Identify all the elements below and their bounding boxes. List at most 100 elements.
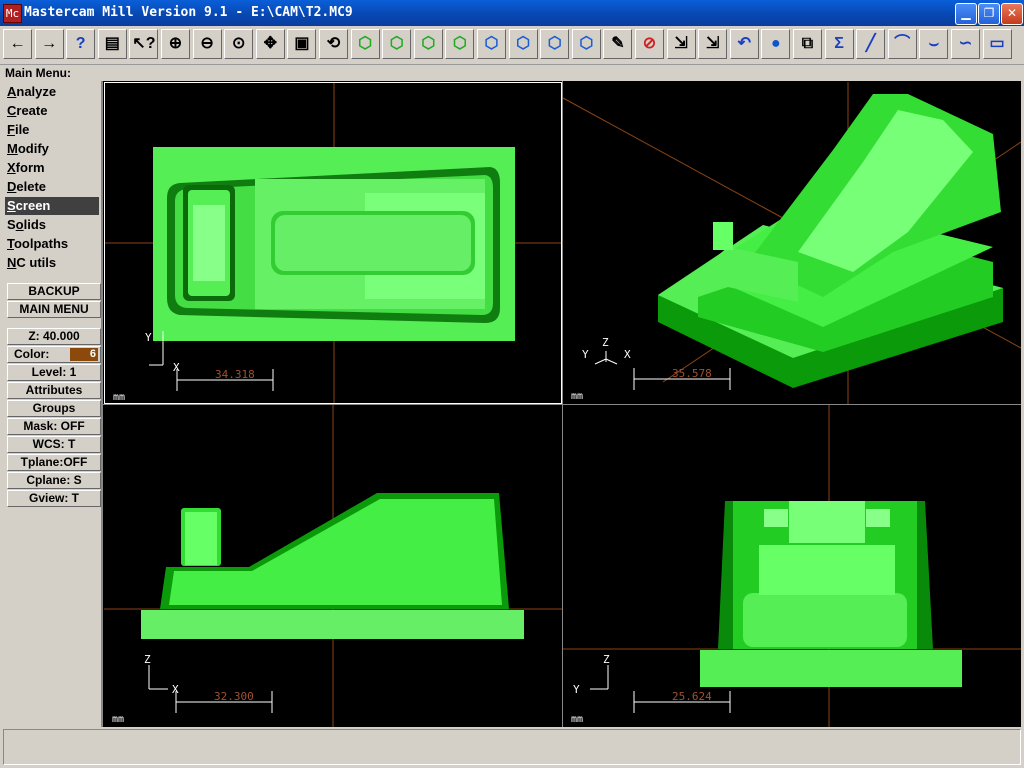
minimize-button[interactable]: ▁ [955,3,977,25]
undo-icon: ↶ [737,35,751,52]
sphere-button[interactable]: ● [761,29,791,59]
pencil-button[interactable]: ✎ [603,29,633,59]
cplane-button[interactable]: Cplane: S [7,472,101,489]
z-depth-button[interactable]: Z: 40.000 [7,328,101,345]
menu-item-modify[interactable]: Modify [5,140,99,158]
mastercam-app-icon[interactable]: Mc [3,4,22,23]
menu-item-toolpaths[interactable]: Toolpaths [5,235,99,253]
menu-item-delete[interactable]: Delete [5,178,99,196]
erase-icon: ⊘ [642,35,657,52]
mask-button[interactable]: Mask: OFF [7,418,101,435]
channel-floor [275,215,471,271]
unzoom-icon: ⊖ [200,35,214,52]
iso-axis-z: Z [602,336,609,349]
viewport-side[interactable]: Z Y 25.624 mm [563,405,1021,727]
select-button[interactable]: ▣ [287,29,317,59]
viewport-front[interactable]: Z X 32.300 mm [104,405,562,727]
iso-units-label: mm [571,391,583,402]
menu-item-xform[interactable]: Xform [5,159,99,177]
front-axis-z: Z [144,653,151,666]
menu-item-analyze[interactable]: Analyze [5,83,99,101]
back-button[interactable]: ← [3,29,32,59]
view-side-blue-button[interactable]: ⬡ [540,29,570,59]
front-scale-value: 32.300 [214,690,254,703]
view-top-blue-button[interactable]: ⬡ [571,29,601,59]
arc-button[interactable]: ⌒ [887,29,917,59]
side-units-label: mm [571,714,583,725]
side-view-drawing: Z Y 25.624 mm [563,405,1021,727]
back-icon: ← [9,35,26,52]
toolbar: ← →? ▤ ↖? ⊕ ⊖ ⊙ ✥ ▣ ⟲ ⬡ ⬡ ⬡ ⬡ ⬡ ⬡ ⬡ ⬡ ✎ ⊘ ⇲ ⇲ ↶ ● ⧉ Σ ╱ ⌒ ⌣ ∽ ▭ [0,26,1024,65]
viewport-isometric[interactable]: Z Y X 35.578 mm [563,82,1021,404]
window-title: Mastercam Mill Version 9.1 - E:\CAM\T2.M… [24,5,353,20]
menu-item-create[interactable]: Create [5,102,99,120]
wcs-button[interactable]: WCS: T [7,436,101,453]
iso-axis-y: Y [582,348,589,361]
menu-sidebar: Analyze Create File Modify Xform Delete Screen… [2,81,103,727]
view-top-green-button[interactable]: ⬡ [445,29,475,59]
view-iso-blue-button[interactable]: ⬡ [477,29,506,59]
sum-button[interactable]: Σ [824,29,854,59]
menu-item-solids[interactable]: Solids [5,216,99,234]
viewport-top[interactable]: Y X 34.318 mm [104,82,562,404]
menu-item-file[interactable]: File [5,121,99,139]
forward-icon: → [41,35,58,52]
groups-button[interactable]: Groups [7,400,101,417]
pan-icon: ✥ [263,35,277,52]
front-base [141,610,524,639]
front-units-label: mm [112,714,124,725]
tplane-button[interactable]: Tplane:OFF [7,454,101,471]
select-icon: ▣ [294,35,310,52]
graphics-area[interactable]: Y X 34.318 mm Z Y X 35.578 mm Z X 32.300… [103,81,1021,727]
zoom-fit-button[interactable]: ⊙ [224,29,254,59]
line-icon: ╱ [865,35,876,52]
fillet-icon: ⌣ [928,35,940,52]
forward-button[interactable]: → [34,29,64,59]
view-iso-blue-icon: ⬡ [484,35,499,52]
arc-icon: ⌒ [894,35,911,52]
help-icon: ? [75,35,86,52]
view-front-green-button[interactable]: ⬡ [382,29,412,59]
rectangle-button[interactable]: ▭ [982,29,1012,59]
side-scale-value: 25.624 [672,690,712,703]
undo-button[interactable]: ↶ [729,29,759,59]
rotate-button[interactable]: ⟲ [319,29,348,59]
rotate-icon: ⟲ [326,35,341,52]
erase-button[interactable]: ⊘ [635,29,664,59]
unzoom-button[interactable]: ⊖ [192,29,222,59]
main-menu-button[interactable]: MAIN MENU [7,301,101,318]
prompt-area [3,729,1021,765]
help-button[interactable]: ? [66,29,96,59]
iso-scale-value: 35.578 [672,367,712,380]
file-cabinet-button[interactable]: ▤ [97,29,127,59]
backup-button[interactable]: BACKUP [7,283,101,300]
view-front-blue-button[interactable]: ⬡ [508,29,538,59]
maximize-button[interactable]: ❐ [978,3,1000,25]
scale-icon: ⧉ [801,35,814,52]
zoom-button[interactable]: ⊕ [161,29,190,59]
side-tab-right [866,509,890,527]
zoom-fit-icon: ⊙ [231,35,246,52]
view-front-green-icon: ⬡ [389,35,404,52]
view-top-green-icon: ⬡ [452,35,467,52]
fillet-button[interactable]: ⌣ [919,29,949,59]
view-iso-green-button[interactable]: ⬡ [350,29,380,59]
menu-item-nc-utils[interactable]: NC utils [5,254,99,272]
close-button[interactable]: ✕ [1001,3,1023,25]
sum-icon: Σ [834,35,844,52]
menu-item-screen[interactable]: Screen [5,197,99,215]
pan-button[interactable]: ✥ [255,29,285,59]
color-button[interactable]: Color: 6 [7,346,101,363]
attributes-button[interactable]: Attributes [7,382,101,399]
zoom-icon: ⊕ [168,35,183,52]
gview-button[interactable]: Gview: T [7,490,101,507]
view-side-green-button[interactable]: ⬡ [413,29,443,59]
transform-button[interactable]: ⇲ [666,29,696,59]
line-button[interactable]: ╱ [856,29,886,59]
analyze-button[interactable]: ↖? [129,29,159,59]
scale-button[interactable]: ⧉ [793,29,822,59]
level-button[interactable]: Level: 1 [7,364,101,381]
rectangle-icon: ▭ [989,35,1005,52]
spline-button[interactable]: ∽ [951,29,980,59]
transform-multi-button[interactable]: ⇲ [698,29,728,59]
